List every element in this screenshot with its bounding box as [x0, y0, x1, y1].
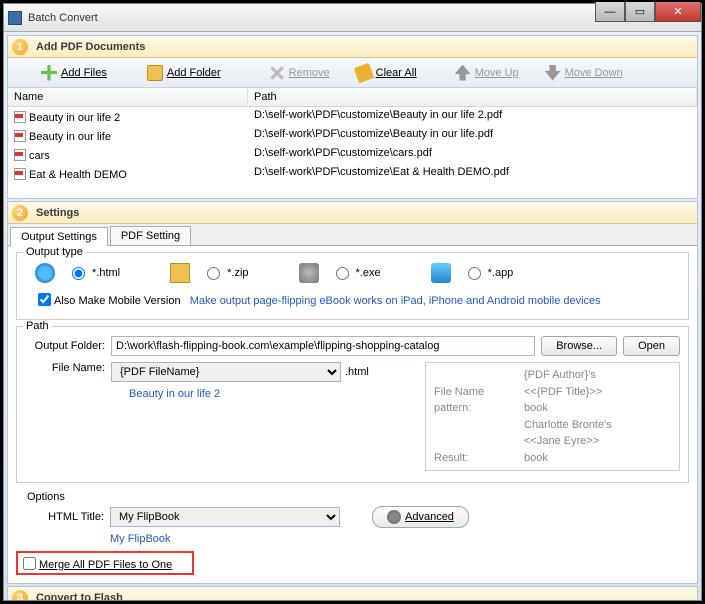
- section-3-title: Convert to Flash: [36, 592, 123, 601]
- options-label: Options: [24, 491, 68, 503]
- options-group: Options HTML Title: My FlipBook Advanced…: [16, 489, 689, 547]
- section-1-title: Add PDF Documents: [36, 41, 145, 53]
- html-title-select[interactable]: My FlipBook: [110, 507, 340, 527]
- output-type-label: Output type: [23, 246, 86, 258]
- convert-panel: 3 Convert to Flash Convert to Flash Stop: [7, 586, 698, 600]
- html-title-preview: My FlipBook: [24, 531, 681, 545]
- titlebar[interactable]: Batch Convert — ▭ ✕: [4, 4, 701, 32]
- section-2-title: Settings: [36, 207, 79, 219]
- tab-output-settings[interactable]: Output Settings: [10, 227, 108, 246]
- output-folder-input[interactable]: [111, 336, 535, 356]
- html-title-label: HTML Title:: [24, 511, 104, 523]
- table-row[interactable]: Beauty in our lifeD:\self-work\PDF\custo…: [8, 126, 697, 145]
- move-up-button[interactable]: Move Up: [444, 61, 530, 85]
- file-name-select[interactable]: {PDF FileName}: [111, 362, 341, 382]
- file-list-header: Name Path: [8, 88, 697, 107]
- step-1-badge: 1: [12, 39, 28, 55]
- file-ext-label: .html: [345, 366, 369, 378]
- globe-icon: [35, 263, 55, 283]
- table-row[interactable]: Eat & Health DEMOD:\self-work\PDF\custom…: [8, 164, 697, 183]
- move-down-button[interactable]: Move Down: [534, 61, 634, 85]
- minimize-button[interactable]: —: [595, 2, 625, 22]
- filename-preview: Beauty in our life 2: [111, 382, 419, 400]
- gear-icon: [299, 263, 319, 283]
- window-title: Batch Convert: [28, 12, 98, 24]
- output-type-group: Output type *.html *.zip *.exe *.app: [16, 252, 689, 320]
- add-documents-panel: 1 Add PDF Documents Add Files Add Folder…: [7, 35, 698, 199]
- output-folder-label: Output Folder:: [25, 340, 105, 352]
- pdf-icon: [14, 149, 26, 161]
- radio-app[interactable]: *.app: [465, 267, 514, 280]
- close-button[interactable]: ✕: [655, 2, 701, 22]
- path-label: Path: [23, 320, 52, 332]
- col-name-header[interactable]: Name: [8, 88, 248, 106]
- step-3-badge: 3: [12, 590, 28, 601]
- table-row[interactable]: carsD:\self-work\PDF\customize\cars.pdf: [8, 145, 697, 164]
- settings-tabs: Output Settings PDF Setting: [8, 224, 697, 246]
- remove-icon: [265, 61, 288, 84]
- browse-button[interactable]: Browse...: [541, 336, 617, 356]
- settings-panel: 2 Settings Output Settings PDF Setting O…: [7, 201, 698, 584]
- files-toolbar: Add Files Add Folder Remove Clear All Mo…: [8, 58, 697, 88]
- advanced-button[interactable]: Advanced: [372, 506, 469, 528]
- app-icon: [8, 11, 22, 25]
- radio-html[interactable]: *.html: [69, 267, 120, 280]
- step-2-badge: 2: [12, 205, 28, 221]
- pdf-icon: [14, 111, 26, 123]
- maximize-button[interactable]: ▭: [625, 2, 655, 22]
- tab-pdf-setting[interactable]: PDF Setting: [110, 226, 191, 245]
- mac-icon: [431, 263, 451, 283]
- add-folder-button[interactable]: Add Folder: [136, 61, 232, 85]
- add-files-button[interactable]: Add Files: [30, 61, 118, 85]
- mobile-version-checkbox[interactable]: Also Make Mobile Version: [35, 295, 181, 307]
- clear-icon: [353, 62, 374, 83]
- pdf-icon: [14, 130, 26, 142]
- clear-all-button[interactable]: Clear All: [345, 61, 428, 85]
- gear-icon: [387, 510, 401, 524]
- path-group: Path Output Folder: Browse... Open File …: [16, 326, 689, 483]
- plus-icon: [41, 65, 57, 81]
- arrow-up-icon: [455, 65, 471, 81]
- remove-button[interactable]: Remove: [258, 61, 341, 85]
- pattern-hint-box: File Name pattern:{PDF Author}'s <<{PDF …: [425, 362, 680, 471]
- mobile-note: Make output page-flipping eBook works on…: [190, 295, 601, 307]
- table-row[interactable]: Beauty in our life 2D:\self-work\PDF\cus…: [8, 107, 697, 126]
- merge-all-checkbox[interactable]: Merge All PDF Files to One: [16, 551, 194, 575]
- file-name-label: File Name:: [25, 362, 105, 374]
- arrow-down-icon: [545, 65, 561, 81]
- open-button[interactable]: Open: [623, 336, 680, 356]
- zip-icon: [170, 263, 190, 283]
- col-path-header[interactable]: Path: [248, 88, 697, 106]
- pdf-icon: [14, 168, 26, 180]
- radio-zip[interactable]: *.zip: [204, 267, 248, 280]
- radio-exe[interactable]: *.exe: [333, 267, 381, 280]
- folder-icon: [147, 65, 163, 81]
